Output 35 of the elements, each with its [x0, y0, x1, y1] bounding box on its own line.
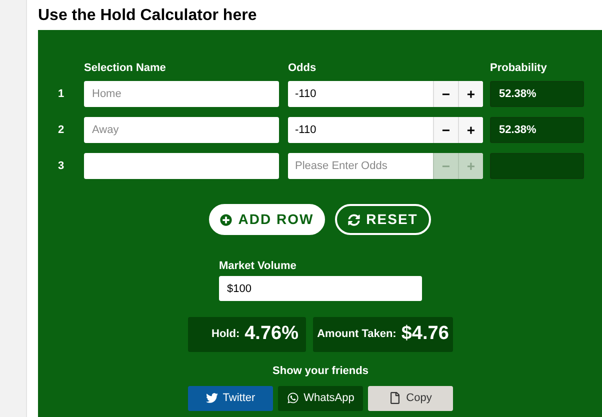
selection-name-field[interactable]: Away [84, 117, 279, 143]
result-label: Amount Taken: [317, 327, 396, 342]
probability-box: 52.38% [490, 81, 584, 107]
column-header: Odds [288, 60, 318, 76]
reset-button[interactable]: RESET [335, 204, 431, 235]
add-row-button[interactable]: ADD ROW [209, 204, 325, 235]
section-title: Use the Hold Calculator here [38, 6, 257, 26]
probability-box: 52.38% [490, 117, 584, 143]
row-number: 1 [58, 86, 66, 102]
odds-field[interactable]: -110 − + [288, 117, 483, 143]
result-label: Hold: [212, 327, 240, 342]
result-value: $4.76 [401, 322, 449, 346]
share-label: Show your friends [272, 364, 370, 379]
chat-bubble-icon [286, 392, 299, 404]
selection-name-field[interactable] [84, 153, 279, 179]
plus-icon [220, 214, 232, 226]
document-icon [389, 392, 402, 404]
refresh-icon [348, 214, 360, 226]
share-button[interactable]: Copy [368, 386, 453, 410]
increment-button[interactable]: + [458, 117, 483, 143]
result-value: 4.76% [244, 322, 298, 346]
odds-field[interactable]: -110 − + [288, 81, 483, 107]
share-button[interactable]: Twitter [188, 386, 273, 410]
field-label: Market Volume [219, 259, 298, 273]
increment-button[interactable]: + [458, 81, 483, 107]
share-button[interactable]: WhatsApp [278, 386, 363, 410]
column-header: Probability [490, 60, 547, 76]
decrement-button[interactable]: − [433, 81, 458, 107]
row-number: 3 [58, 158, 66, 174]
market-volume-field[interactable]: $100 [219, 276, 422, 301]
row-number: 2 [58, 122, 66, 138]
decrement-button[interactable]: − [433, 117, 458, 143]
bird-icon [206, 392, 218, 404]
selection-name-field[interactable]: Home [84, 81, 279, 107]
column-header: Selection Name [84, 60, 167, 76]
